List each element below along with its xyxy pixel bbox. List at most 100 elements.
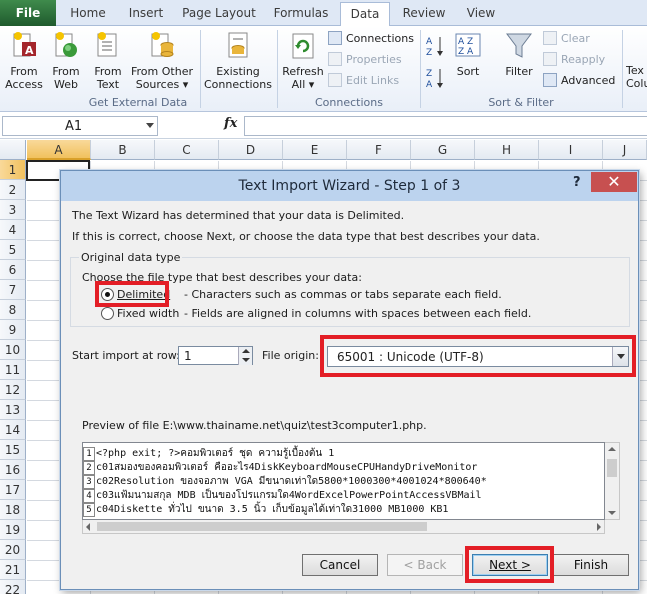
help-icon[interactable]: ? — [573, 175, 581, 190]
from-text-label-1: From — [94, 65, 122, 78]
tab-review[interactable]: Review — [396, 2, 452, 26]
from-web-label-1: From — [52, 65, 80, 78]
row-header[interactable]: 20 — [0, 540, 26, 560]
text-to-columns-label-2: Colu — [626, 77, 647, 90]
column-header[interactable]: D — [219, 140, 283, 160]
refresh-label-2: All ▾ — [291, 78, 315, 91]
insert-function-icon[interactable]: fx — [224, 116, 237, 131]
sort-z-to-a-button[interactable]: ZA — [424, 66, 446, 93]
back-button[interactable]: < Back — [387, 554, 463, 576]
row-header[interactable]: 21 — [0, 560, 26, 580]
preview-line-text: <?php exit; ?>คอมพิวเตอร์ ชุด ความรู้เบื… — [96, 448, 335, 459]
fixed-width-label[interactable]: Fixed width — [117, 307, 179, 320]
scroll-down-icon[interactable] — [608, 511, 616, 515]
row-header[interactable]: 10 — [0, 340, 26, 360]
select-all-corner[interactable] — [0, 140, 26, 160]
clear-filter-button[interactable]: Clear — [543, 30, 590, 48]
row-header[interactable]: 9 — [0, 320, 26, 340]
advanced-filter-button[interactable]: Advanced — [543, 72, 615, 90]
existing-connections-button[interactable]: Existing Connections — [204, 30, 272, 91]
row-header[interactable]: 17 — [0, 480, 26, 500]
chevron-down-icon[interactable] — [146, 123, 154, 128]
close-icon[interactable]: ✕ — [591, 172, 637, 192]
row-header[interactable]: 22 — [0, 580, 26, 594]
row-header[interactable]: 4 — [0, 220, 26, 240]
database-icon — [151, 32, 174, 57]
row-header[interactable]: 11 — [0, 360, 26, 380]
column-header[interactable]: H — [475, 140, 539, 160]
finish-button[interactable]: Finish — [553, 554, 629, 576]
text-import-wizard-dialog: Text Import Wizard - Step 1 of 3 ? ✕ The… — [60, 170, 639, 590]
scroll-left-icon[interactable] — [86, 523, 90, 531]
tab-page-layout[interactable]: Page Layout — [178, 2, 260, 26]
column-header[interactable]: F — [347, 140, 411, 160]
row-header[interactable]: 8 — [0, 300, 26, 320]
properties-button[interactable]: Properties — [328, 51, 402, 69]
row-header[interactable]: 15 — [0, 440, 26, 460]
from-web-button[interactable]: From Web — [48, 30, 84, 91]
preview-vertical-scrollbar[interactable] — [605, 442, 620, 520]
column-header[interactable]: B — [91, 140, 155, 160]
svg-text:A: A — [426, 80, 433, 90]
svg-text:Z: Z — [426, 69, 432, 79]
row-header[interactable]: 5 — [0, 240, 26, 260]
from-text-button[interactable]: From Text — [90, 30, 126, 91]
connections-button[interactable]: Connections — [328, 30, 414, 48]
sort-a-to-z-button[interactable]: AZ — [424, 34, 446, 61]
row-header[interactable]: 16 — [0, 460, 26, 480]
column-header[interactable]: G — [411, 140, 475, 160]
dialog-title-bar: Text Import Wizard - Step 1 of 3 ? ✕ — [61, 171, 638, 201]
clear-label: Clear — [561, 32, 590, 45]
refresh-all-button[interactable]: Refresh All ▾ — [281, 30, 325, 91]
scroll-thumb[interactable] — [607, 459, 617, 477]
text-to-columns-button[interactable]: Tex Colu — [626, 64, 647, 90]
column-header[interactable]: A — [27, 140, 91, 160]
tab-home[interactable]: Home — [62, 2, 114, 26]
tab-insert[interactable]: Insert — [120, 2, 172, 26]
row-header[interactable]: 2 — [0, 180, 26, 200]
row-header[interactable]: 7 — [0, 280, 26, 300]
column-header[interactable]: C — [155, 140, 219, 160]
tab-view[interactable]: View — [458, 2, 504, 26]
row-header[interactable]: 3 — [0, 200, 26, 220]
scroll-up-icon[interactable] — [608, 447, 616, 451]
column-header[interactable]: J — [603, 140, 647, 160]
formula-input[interactable] — [244, 116, 647, 136]
from-other-label-1: From Other — [131, 65, 193, 78]
row-header[interactable]: 6 — [0, 260, 26, 280]
sort-button[interactable]: A ZZ A Sort — [450, 30, 486, 78]
tab-formulas[interactable]: Formulas — [266, 2, 336, 26]
file-preview[interactable]: 1 <?php exit; ?>คอมพิวเตอร์ ชุด ความรู้เบ… — [82, 442, 605, 520]
reapply-button[interactable]: Reapply — [543, 51, 605, 69]
start-row-stepper[interactable]: 1 — [178, 346, 253, 365]
connections-icon — [328, 31, 342, 45]
filter-button[interactable]: Filter — [500, 30, 538, 78]
edit-links-button[interactable]: Edit Links — [328, 72, 399, 90]
from-other-sources-button[interactable]: From Other Sources ▾ — [130, 30, 194, 91]
from-access-button[interactable]: A From Access — [4, 30, 44, 91]
column-header[interactable]: I — [539, 140, 603, 160]
intro-text-1: The Text Wizard has determined that your… — [72, 209, 405, 222]
preview-horizontal-scrollbar[interactable] — [82, 520, 605, 534]
row-header[interactable]: 13 — [0, 400, 26, 420]
preview-line: 1 <?php exit; ?>คอมพิวเตอร์ ชุด ความรู้เบ… — [83, 447, 334, 461]
properties-icon — [328, 52, 342, 66]
column-header[interactable]: E — [283, 140, 347, 160]
row-header[interactable]: 18 — [0, 500, 26, 520]
scroll-thumb[interactable] — [97, 522, 427, 531]
from-text-label-2: Text — [96, 78, 120, 91]
tab-data[interactable]: Data — [340, 2, 390, 27]
row-header[interactable]: 19 — [0, 520, 26, 540]
preview-line: 3 c02Resolution ของจอภาพ VGA มีขนาดเท่าใด… — [83, 475, 487, 489]
file-origin-label: File origin: — [262, 349, 319, 362]
stepper-up-icon[interactable] — [238, 347, 252, 356]
row-header[interactable]: 1 — [0, 160, 26, 180]
tab-file[interactable]: File — [0, 0, 56, 26]
name-box[interactable]: A1 — [2, 116, 158, 136]
cancel-button[interactable]: Cancel — [302, 554, 378, 576]
row-header[interactable]: 12 — [0, 380, 26, 400]
stepper-down-icon[interactable] — [238, 356, 252, 365]
row-header[interactable]: 14 — [0, 420, 26, 440]
scroll-right-icon[interactable] — [597, 523, 601, 531]
fixed-width-radio[interactable] — [101, 307, 114, 320]
